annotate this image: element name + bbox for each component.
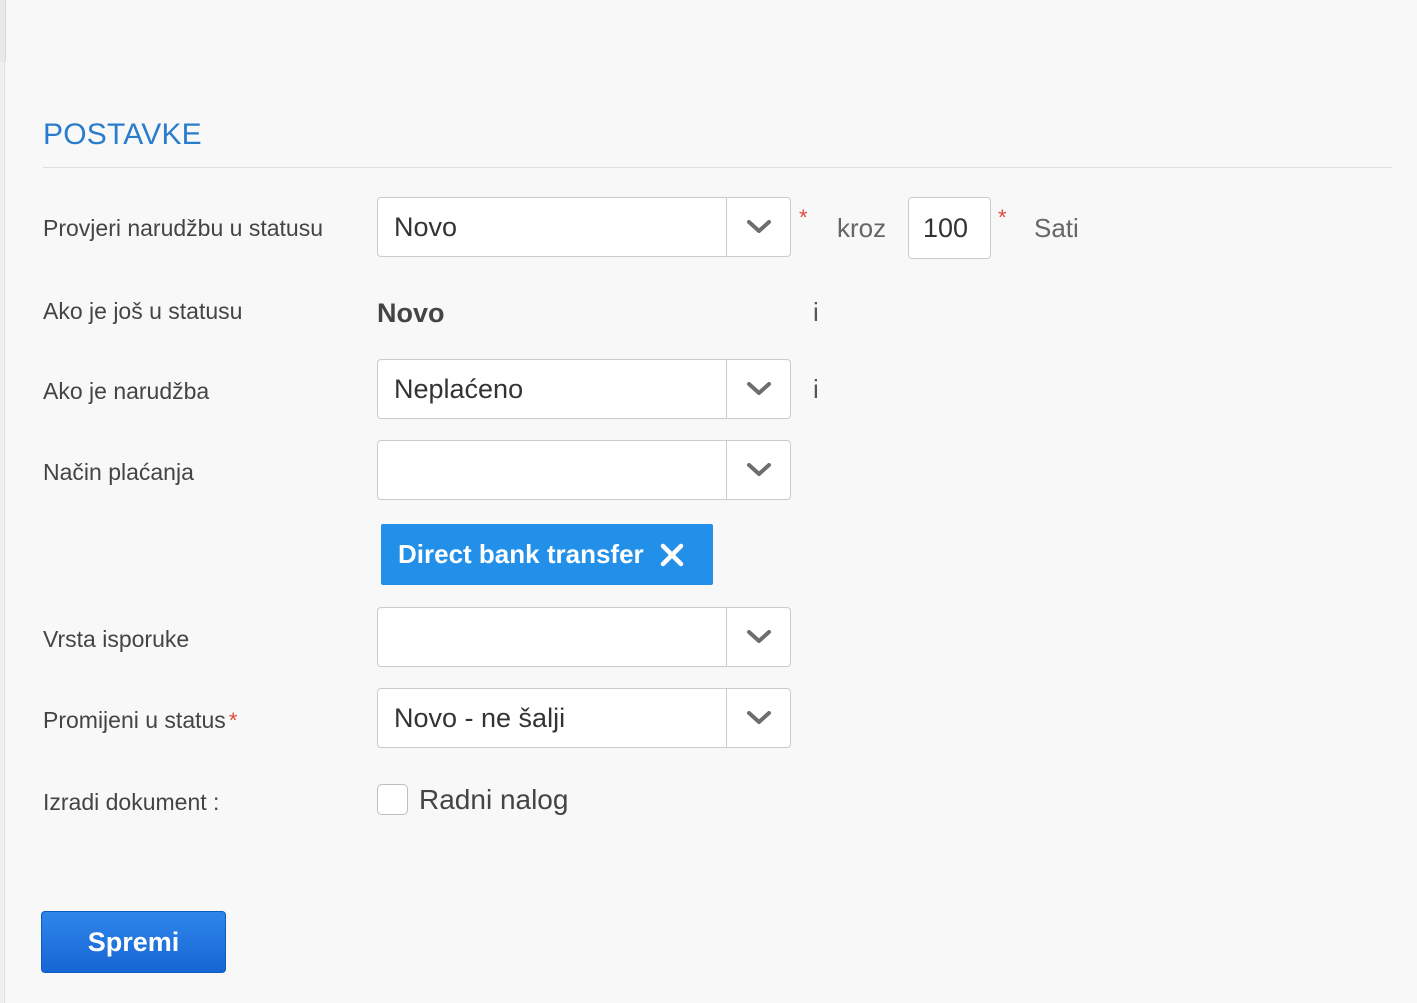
change-status-label-text: Promijeni u status (43, 707, 226, 733)
check-status-select[interactable]: Novo (377, 197, 791, 257)
through-label: kroz (837, 213, 887, 243)
payment-method-select[interactable] (377, 440, 791, 500)
hours-input[interactable] (908, 197, 991, 259)
change-status-label: Promijeni u status * (43, 706, 237, 735)
section-title: POSTAVKE (43, 118, 202, 151)
order-is-select-value: Neplaćeno (394, 374, 524, 404)
left-edge-panel (0, 0, 5, 1003)
hours-unit-label: Sati (1034, 213, 1079, 243)
hours-required-star: * (998, 205, 1007, 230)
close-icon[interactable] (659, 542, 685, 568)
delivery-type-select[interactable] (377, 607, 791, 667)
change-status-select-value: Novo - ne šalji (394, 703, 566, 733)
check-status-select-value: Novo (394, 212, 458, 242)
chevron-down-icon[interactable] (726, 441, 790, 499)
still-status-info-mark: i (813, 297, 819, 327)
payment-method-tag-label: Direct bank transfer (398, 539, 644, 569)
work-order-checkbox-label[interactable]: Radni nalog (419, 784, 568, 816)
order-is-label: Ako je narudžba (43, 378, 210, 404)
change-status-select[interactable]: Novo - ne šalji (377, 688, 791, 748)
check-status-label: Provjeri narudžbu u statusu (43, 215, 323, 241)
work-order-checkbox[interactable] (377, 784, 408, 815)
create-document-label: Izradi dokument : (43, 789, 220, 815)
order-is-select[interactable]: Neplaćeno (377, 359, 791, 419)
chevron-down-icon[interactable] (726, 608, 790, 666)
order-is-info-mark: i (813, 374, 819, 404)
save-button[interactable]: Spremi (41, 911, 226, 973)
change-status-required-star: * (228, 708, 238, 733)
chevron-down-icon[interactable] (726, 360, 790, 418)
still-status-label: Ako je još u statusu (43, 298, 243, 324)
chevron-down-icon[interactable] (726, 689, 790, 747)
section-divider (43, 167, 1392, 168)
still-status-value: Novo (377, 298, 445, 328)
chevron-down-icon[interactable] (726, 198, 790, 256)
delivery-type-label: Vrsta isporuke (43, 626, 190, 652)
check-status-required-star: * (799, 205, 808, 230)
payment-method-tag: Direct bank transfer (381, 524, 713, 585)
payment-method-label: Način plaćanja (43, 459, 194, 485)
left-edge-tab (0, 0, 6, 62)
